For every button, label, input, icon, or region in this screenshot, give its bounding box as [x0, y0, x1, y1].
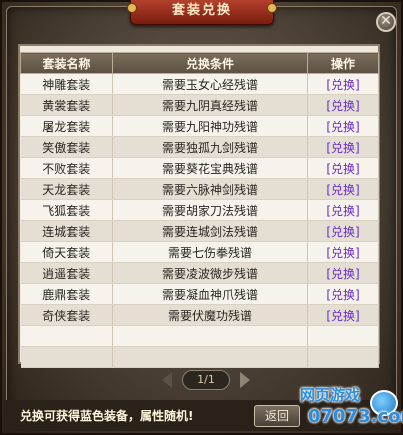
pager: 1/1 — [160, 370, 252, 390]
suit-condition: 需要凌波微步残谱 — [112, 262, 308, 284]
footer-note: 兑换可获得蓝色装备，属性随机! — [20, 409, 194, 423]
redeem-link[interactable]: [兑换] — [326, 183, 359, 197]
empty-table-row — [20, 346, 379, 368]
redeem-link[interactable]: [兑换] — [326, 309, 359, 323]
suit-condition: 需要凝血神爪残谱 — [112, 283, 308, 305]
suit-condition: 需要伏魔功残谱 — [112, 304, 308, 326]
suit-name: 鹿鼎套装 — [20, 283, 113, 305]
suit-name: 奇侠套装 — [20, 304, 113, 326]
suit-exchange-panel: 套装名称 兑换条件 操作 神雕套装 需要玉女心经残谱 [兑换] 黄裳套装 需要九… — [18, 44, 380, 368]
page-indicator: 1/1 — [182, 370, 230, 390]
suit-condition: 需要独孤九剑残谱 — [112, 136, 308, 158]
dialog-title: 套装兑换 — [171, 3, 232, 18]
table-row: 飞狐套装 需要胡家刀法残谱 [兑换] — [20, 199, 379, 221]
watermark-line1: 网页游戏 — [300, 386, 361, 404]
suit-name: 神雕套装 — [20, 73, 113, 95]
header-condition: 兑换条件 — [112, 52, 308, 74]
table-row: 黄裳套装 需要九阴真经残谱 [兑换] — [20, 94, 379, 116]
table-row: 神雕套装 需要玉女心经残谱 [兑换] — [20, 73, 379, 95]
redeem-link[interactable]: [兑换] — [326, 225, 359, 239]
table-row: 逍遥套装 需要凌波微步残谱 [兑换] — [20, 262, 379, 284]
suit-name: 倚天套装 — [20, 241, 113, 263]
suit-name: 飞狐套装 — [20, 199, 113, 221]
redeem-link[interactable]: [兑换] — [326, 204, 359, 218]
close-button[interactable]: ✕ — [376, 12, 396, 32]
table-row: 天龙套装 需要六脉神剑残谱 [兑换] — [20, 178, 379, 200]
table-header-row: 套装名称 兑换条件 操作 — [20, 52, 379, 74]
header-suit-name: 套装名称 — [20, 52, 113, 74]
ribbon-left-knob-icon — [127, 3, 137, 13]
table-row: 鹿鼎套装 需要凝血神爪残谱 [兑换] — [20, 283, 379, 305]
table-row: 倚天套装 需要七伤拳残谱 [兑换] — [20, 241, 379, 263]
suit-condition: 需要玉女心经残谱 — [112, 73, 308, 95]
suit-condition: 需要胡家刀法残谱 — [112, 199, 308, 221]
table-row: 笑傲套装 需要独孤九剑残谱 [兑换] — [20, 136, 379, 158]
empty-table-row — [20, 325, 379, 347]
return-button[interactable]: 返回 — [254, 405, 300, 427]
redeem-link[interactable]: [兑换] — [326, 267, 359, 281]
suit-name: 黄裳套装 — [20, 94, 113, 116]
ribbon-right-knob-icon — [267, 3, 277, 13]
redeem-link[interactable]: [兑换] — [326, 78, 359, 92]
prev-page-arrow-icon[interactable] — [162, 372, 172, 388]
suit-name: 逍遥套装 — [20, 262, 113, 284]
table-row: 不败套装 需要葵花宝典残谱 [兑换] — [20, 157, 379, 179]
watermark-line2: 07073.com — [308, 406, 403, 427]
suit-name: 不败套装 — [20, 157, 113, 179]
suit-name: 天龙套装 — [20, 178, 113, 200]
suit-name: 屠龙套装 — [20, 115, 113, 137]
table-row: 奇侠套装 需要伏魔功残谱 [兑换] — [20, 304, 379, 326]
redeem-link[interactable]: [兑换] — [326, 99, 359, 113]
site-watermark: 网页游戏 07073.com — [300, 384, 403, 432]
redeem-link[interactable]: [兑换] — [326, 162, 359, 176]
table-row: 连城套装 需要连城剑法残谱 [兑换] — [20, 220, 379, 242]
redeem-link[interactable]: [兑换] — [326, 246, 359, 260]
suit-name: 连城套装 — [20, 220, 113, 242]
suit-condition: 需要连城剑法残谱 — [112, 220, 308, 242]
redeem-link[interactable]: [兑换] — [326, 141, 359, 155]
redeem-link[interactable]: [兑换] — [326, 288, 359, 302]
next-page-arrow-icon[interactable] — [240, 372, 250, 388]
suit-condition: 需要六脉神剑残谱 — [112, 178, 308, 200]
suit-condition: 需要九阴真经残谱 — [112, 94, 308, 116]
close-icon: ✕ — [380, 13, 392, 29]
suit-name: 笑傲套装 — [20, 136, 113, 158]
suit-condition: 需要葵花宝典残谱 — [112, 157, 308, 179]
table-row: 屠龙套装 需要九阳神功残谱 [兑换] — [20, 115, 379, 137]
dialog-title-ribbon: 套装兑换 — [127, 0, 277, 25]
suit-condition: 需要九阳神功残谱 — [112, 115, 308, 137]
redeem-link[interactable]: [兑换] — [326, 120, 359, 134]
suit-table: 套装名称 兑换条件 操作 神雕套装 需要玉女心经残谱 [兑换] 黄裳套装 需要九… — [20, 52, 379, 368]
suit-condition: 需要七伤拳残谱 — [112, 241, 308, 263]
header-action: 操作 — [307, 52, 379, 74]
